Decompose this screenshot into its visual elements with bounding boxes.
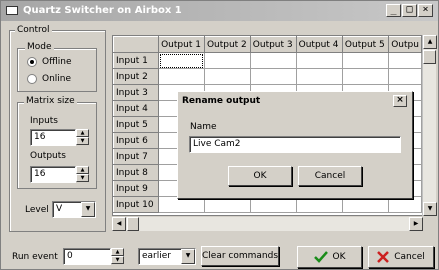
- row-header[interactable]: Input 3: [113, 84, 160, 101]
- column-header[interactable]: Output 3: [249, 36, 297, 53]
- row-header[interactable]: Input 9: [113, 180, 160, 197]
- matrix-cell[interactable]: [249, 68, 297, 85]
- radio-checked-icon: [27, 57, 37, 67]
- mode-offline-radio[interactable]: Offline: [27, 57, 72, 67]
- timing-dropdown-icon[interactable]: ▼: [181, 249, 195, 264]
- mode-offline-label: Offline: [42, 57, 72, 67]
- grid-horizontal-scrollbar[interactable]: ◀ ▶: [112, 217, 423, 231]
- dialog-ok-label: OK: [253, 171, 267, 181]
- grid-corner-cell: [113, 36, 160, 53]
- run-event-field[interactable]: 0: [63, 248, 111, 265]
- mode-online-label: Online: [42, 74, 72, 84]
- radio-unchecked-icon: [27, 74, 37, 84]
- column-header[interactable]: Output 2: [203, 36, 251, 53]
- matrix-cell[interactable]: [388, 68, 422, 85]
- level-dropdown-icon[interactable]: ▼: [81, 202, 95, 217]
- run-event-label: Run event: [12, 252, 58, 262]
- row-header[interactable]: Input 7: [113, 148, 160, 165]
- matrix-cell[interactable]: [203, 52, 251, 69]
- stepper-up-icon[interactable]: ▲: [76, 166, 89, 174]
- outputs-stepper[interactable]: ▲ ▼: [76, 166, 89, 183]
- matrix-cell[interactable]: [341, 52, 390, 69]
- matrix-cell[interactable]: [203, 68, 251, 85]
- dialog-title: Rename output: [182, 96, 261, 106]
- row-header[interactable]: Input 6: [113, 132, 160, 149]
- close-button[interactable]: ×: [418, 4, 433, 17]
- ok-button[interactable]: OK: [297, 246, 362, 268]
- row-header[interactable]: Input 8: [113, 164, 160, 181]
- app-window-icon: [6, 6, 18, 15]
- matrix-cell[interactable]: [249, 52, 297, 69]
- column-header[interactable]: Output 5: [341, 36, 390, 53]
- row-header[interactable]: Input 2: [113, 68, 160, 85]
- maximize-button[interactable]: □: [402, 4, 417, 17]
- inputs-label: Inputs: [30, 116, 58, 126]
- dialog-close-button[interactable]: ×: [393, 95, 407, 107]
- title-bar: Quartz Switcher on Airbox 1 _ □ ×: [1, 1, 438, 21]
- stepper-up-icon[interactable]: ▲: [76, 129, 89, 137]
- row-header[interactable]: Input 1: [113, 52, 160, 69]
- checkmark-icon: [313, 251, 328, 263]
- grid-vertical-scrollbar[interactable]: ▲ ▼: [422, 35, 437, 216]
- control-group-label: Control: [15, 25, 52, 35]
- column-header[interactable]: Outpu: [388, 36, 422, 53]
- scroll-down-icon[interactable]: ▼: [423, 202, 437, 216]
- dialog-cancel-button[interactable]: Cancel: [298, 166, 362, 186]
- level-label: Level: [25, 205, 49, 215]
- minimize-button[interactable]: _: [386, 4, 401, 17]
- scroll-left-icon[interactable]: ◀: [112, 217, 126, 231]
- table-row: Input 2: [113, 68, 422, 85]
- scroll-up-icon[interactable]: ▲: [423, 35, 437, 49]
- stepper-down-icon[interactable]: ▼: [76, 137, 89, 145]
- dialog-ok-button[interactable]: OK: [228, 166, 292, 186]
- outputs-field[interactable]: 16: [30, 166, 76, 183]
- name-label: Name: [190, 122, 217, 132]
- matrix-cell[interactable]: [341, 68, 390, 85]
- row-header[interactable]: Input 10: [113, 196, 160, 213]
- matrix-cell[interactable]: [295, 52, 343, 69]
- stepper-down-icon[interactable]: ▼: [76, 174, 89, 182]
- outputs-label: Outputs: [30, 151, 66, 161]
- row-header[interactable]: Input 4: [113, 100, 160, 117]
- row-header[interactable]: Input 5: [113, 116, 160, 133]
- matrix-cell[interactable]: [388, 52, 422, 69]
- vertical-scroll-thumb[interactable]: [423, 50, 436, 64]
- quartz-switcher-window: Quartz Switcher on Airbox 1 _ □ × Contro…: [0, 0, 439, 270]
- matrix-cell[interactable]: [295, 68, 343, 85]
- mode-group-label: Mode: [25, 42, 54, 52]
- mode-online-radio[interactable]: Online: [27, 74, 71, 84]
- rename-output-dialog: Rename output × Name Live Cam2 OK Cancel: [177, 91, 413, 199]
- cancel-label: Cancel: [394, 252, 425, 262]
- scroll-right-icon[interactable]: ▶: [409, 217, 423, 231]
- matrix-cell[interactable]: [158, 68, 205, 85]
- table-row: Input 1: [113, 52, 422, 69]
- ok-label: OK: [332, 252, 346, 262]
- horizontal-scroll-thumb[interactable]: [127, 217, 139, 231]
- window-title: Quartz Switcher on Airbox 1: [23, 5, 182, 16]
- name-input[interactable]: Live Cam2: [189, 136, 401, 153]
- matrix-size-label: Matrix size: [24, 96, 77, 106]
- inputs-stepper[interactable]: ▲ ▼: [76, 129, 89, 146]
- column-header[interactable]: Output 1: [158, 36, 205, 53]
- mode-group: [17, 48, 97, 92]
- clear-commands-button[interactable]: Clear commands: [201, 246, 279, 266]
- matrix-cell[interactable]: [158, 52, 205, 69]
- clear-commands-label: Clear commands: [202, 251, 279, 261]
- run-event-stepper[interactable]: ▲ ▼: [111, 248, 124, 265]
- stepper-up-icon[interactable]: ▲: [111, 248, 124, 256]
- inputs-field[interactable]: 16: [30, 129, 76, 146]
- column-header[interactable]: Output 4: [295, 36, 343, 53]
- stepper-down-icon[interactable]: ▼: [111, 256, 124, 264]
- cancel-x-icon: [377, 251, 390, 263]
- cancel-button[interactable]: Cancel: [368, 246, 434, 268]
- dialog-cancel-label: Cancel: [314, 171, 346, 181]
- dialog-title-bar: Rename output ×: [179, 93, 411, 110]
